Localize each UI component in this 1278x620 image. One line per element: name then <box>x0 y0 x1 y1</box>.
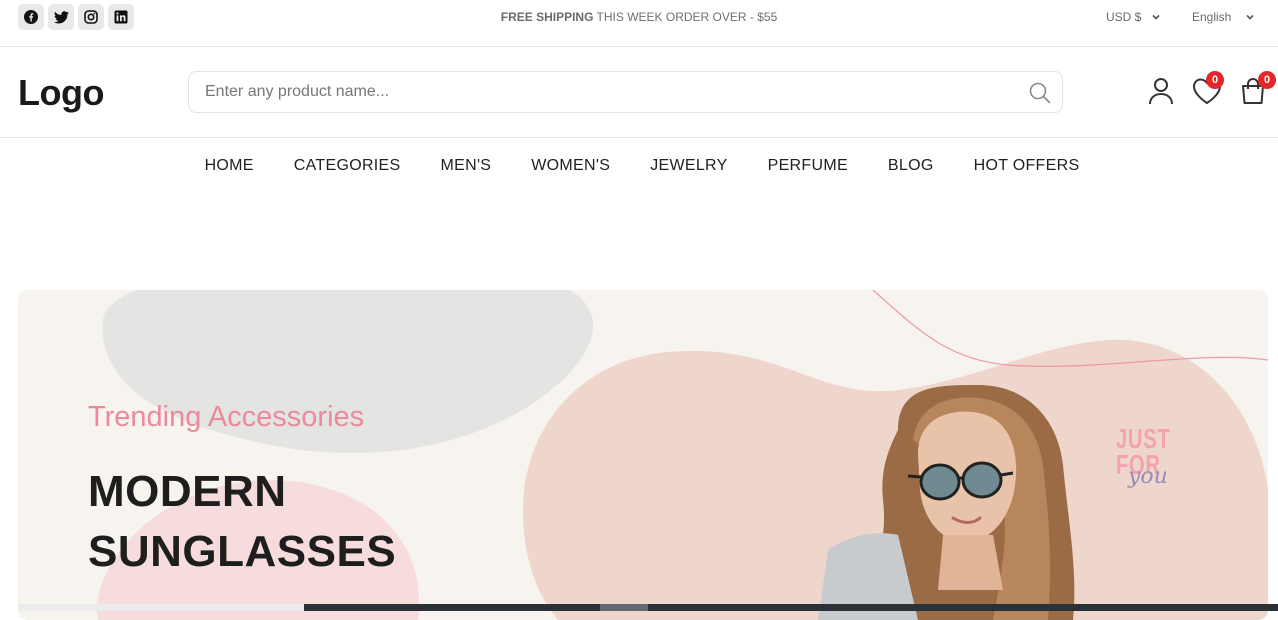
just-for-you-stamp: JUST FOR you <box>1116 425 1176 490</box>
shipping-text: THIS WEEK ORDER OVER - $55 <box>593 10 778 24</box>
cart-count-badge: 0 <box>1258 71 1276 89</box>
user-icon <box>1149 78 1173 105</box>
account-button[interactable] <box>1148 77 1174 110</box>
nav-item-perfume[interactable]: PERFUME <box>768 157 848 194</box>
nav-item-blog[interactable]: BLOG <box>888 157 934 194</box>
bottom-strip-accent <box>600 604 648 611</box>
chevron-down-icon <box>1152 14 1160 20</box>
banner-subtitle: Trending Accessories <box>88 401 365 433</box>
language-value: English <box>1192 10 1232 24</box>
wishlist-button[interactable]: 0 <box>1192 71 1224 110</box>
wishlist-count-badge: 0 <box>1206 71 1224 89</box>
language-select[interactable]: English <box>1192 10 1255 24</box>
nav-item-mens[interactable]: MEN'S <box>440 157 491 194</box>
search-bar <box>188 71 1063 113</box>
stamp-line3: you <box>1128 464 1168 489</box>
currency-select[interactable]: USD $ <box>1106 10 1161 24</box>
banner-title-line2: SUNGLASSES <box>88 527 397 576</box>
nav-item-categories[interactable]: CATEGORIES <box>294 157 401 194</box>
chevron-down-icon <box>1246 14 1254 20</box>
banner-title: MODERN SUNGLASSES <box>88 462 396 582</box>
shipping-bold: FREE SHIPPING <box>500 10 594 24</box>
nav-item-jewelry[interactable]: JEWELRY <box>650 157 727 194</box>
hero-banner[interactable]: Trending Accessories MODERN SUNGLASSES J… <box>18 290 1268 620</box>
nav-item-hot-offers[interactable]: HOT OFFERS <box>974 157 1080 194</box>
logo[interactable]: Logo <box>18 72 104 114</box>
bottom-strip-left <box>18 604 304 611</box>
search-icon[interactable] <box>1028 81 1052 105</box>
nav-item-home[interactable]: HOME <box>205 157 254 194</box>
banner-title-line1: MODERN <box>88 467 287 516</box>
nav-item-womens[interactable]: WOMEN'S <box>531 157 610 194</box>
currency-value: USD $ <box>1106 10 1142 24</box>
main-nav: HOME CATEGORIES MEN'S WOMEN'S JEWELRY PE… <box>0 138 1278 194</box>
cart-button[interactable]: 0 <box>1240 71 1276 110</box>
bottom-strip <box>304 604 1278 611</box>
main-header: Logo 0 0 <box>0 47 1278 138</box>
shipping-notice: FREE SHIPPING THIS WEEK ORDER OVER - $55 <box>0 10 1278 24</box>
top-bar: FREE SHIPPING THIS WEEK ORDER OVER - $55… <box>0 0 1278 47</box>
search-input[interactable] <box>189 72 1062 112</box>
